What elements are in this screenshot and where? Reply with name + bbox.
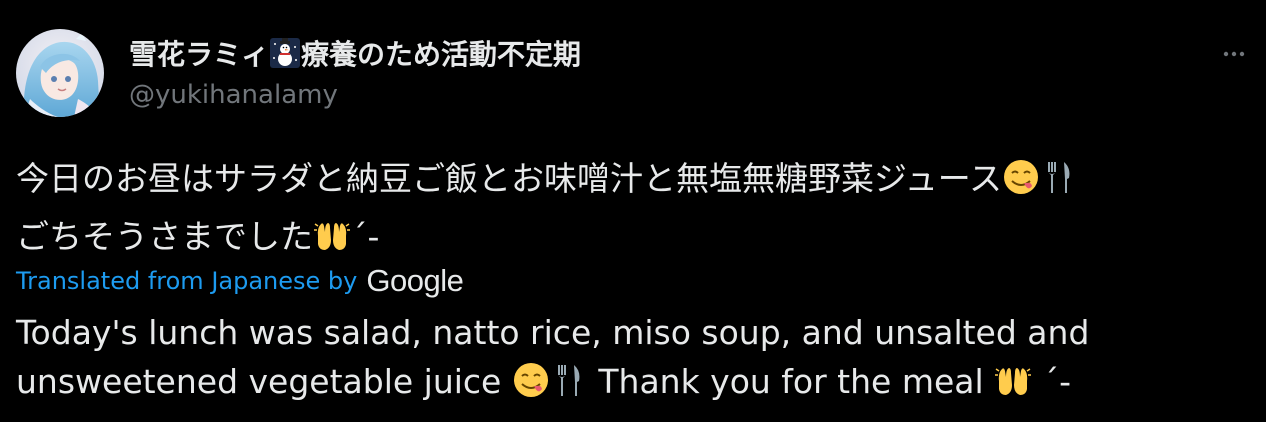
tweet: 雪花ラミィ 療養のため活動不定期 @yukihanalamy 今日のお昼はサラダ… xyxy=(0,0,1266,422)
original-text-line-2: ごちそうさまでした ´- xyxy=(16,208,1256,266)
snowman-icon xyxy=(270,38,301,68)
translation-line-2-part-b: Thank you for the meal xyxy=(598,362,984,401)
translation-line-2: unsweetened vegetable juice Thank you fo… xyxy=(16,357,1256,406)
tweet-original-text: 今日のお昼はサラダと納豆ご飯とお味噌汁と無塩無糖野菜ジュース ごちそうさまでした… xyxy=(16,150,1256,266)
translation-attribution: Translated from Japanese by Google xyxy=(16,261,464,301)
original-text-line-1-content: 今日のお昼はサラダと納豆ご飯とお味噌汁と無塩無糖野菜ジュース xyxy=(16,159,1003,198)
raising-hands-icon xyxy=(995,368,1032,395)
display-name-suffix[interactable]: 療養のため活動不定期 xyxy=(301,33,581,73)
original-text-line-2-tail: ´- xyxy=(351,217,380,256)
fork-knife-icon xyxy=(557,365,580,396)
avatar[interactable] xyxy=(16,29,104,117)
original-text-line-1: 今日のお昼はサラダと納豆ご飯とお味噌汁と無塩無糖野菜ジュース xyxy=(16,150,1256,208)
more-dots-icon xyxy=(1223,51,1245,57)
tweet-translated-text: Today's lunch was salad, natto rice, mis… xyxy=(16,308,1256,406)
google-logo: Google xyxy=(366,263,464,298)
translation-line-2-tail: ´- xyxy=(1042,362,1072,401)
more-options-button[interactable] xyxy=(1214,38,1254,70)
display-name-row[interactable]: 雪花ラミィ 療養のため活動不定期 xyxy=(129,33,581,73)
translated-from-link[interactable]: Translated from Japanese by xyxy=(16,267,357,295)
fork-knife-icon xyxy=(1048,162,1070,193)
user-handle[interactable]: @yukihanalamy xyxy=(129,80,338,110)
translation-line-1: Today's lunch was salad, natto rice, mis… xyxy=(16,313,1090,352)
yum-face-icon xyxy=(1004,160,1039,194)
yum-face-icon xyxy=(513,363,548,397)
translation-line-2-part-a: unsweetened vegetable juice xyxy=(16,362,502,401)
original-text-line-2-content: ごちそうさまでした xyxy=(16,217,313,256)
display-name[interactable]: 雪花ラミィ xyxy=(129,33,269,73)
raising-hands-icon xyxy=(314,223,350,250)
